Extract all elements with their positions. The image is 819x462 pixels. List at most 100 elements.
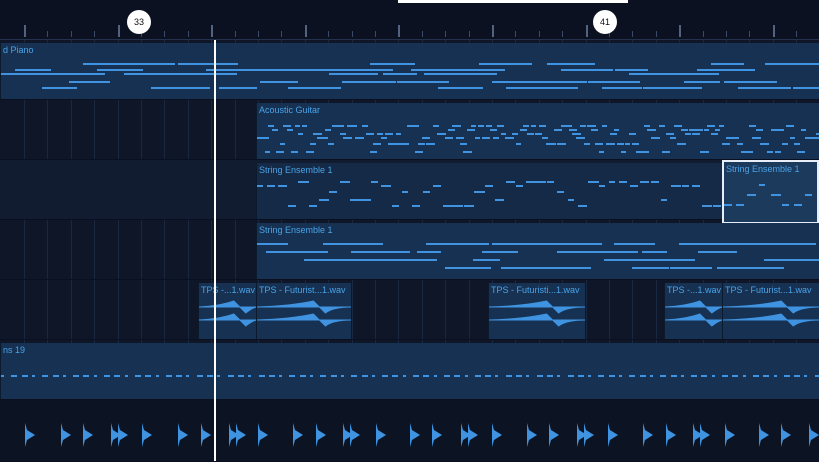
percussion-hit[interactable] <box>665 422 677 448</box>
midi-note[interactable] <box>572 133 581 135</box>
midi-note[interactable] <box>538 125 547 127</box>
midi-note[interactable] <box>578 205 588 207</box>
midi-note[interactable] <box>662 151 671 153</box>
drum-note[interactable] <box>11 375 18 377</box>
drum-note[interactable] <box>701 375 708 377</box>
midi-note[interactable] <box>320 137 328 139</box>
midi-note[interactable] <box>437 87 483 89</box>
midi-note[interactable] <box>274 69 317 71</box>
drum-note[interactable] <box>495 375 499 377</box>
midi-note[interactable] <box>478 125 484 127</box>
audio-region[interactable]: TPS - Futuristi...1.wav <box>488 283 585 339</box>
drum-note[interactable] <box>320 375 327 377</box>
midi-note[interactable] <box>433 185 442 187</box>
midi-note[interactable] <box>360 199 372 201</box>
midi-note[interactable] <box>416 251 441 253</box>
midi-note[interactable] <box>697 69 755 71</box>
midi-note[interactable] <box>718 125 725 127</box>
midi-region-string-ensemble[interactable]: String Ensemble 1 <box>256 163 723 219</box>
drum-note[interactable] <box>104 375 110 377</box>
percussion-hit[interactable] <box>257 422 269 448</box>
percussion-hit[interactable] <box>780 422 792 448</box>
drum-note[interactable] <box>783 375 790 377</box>
track-lane-percussion[interactable] <box>0 400 819 462</box>
drum-note[interactable] <box>485 375 492 377</box>
midi-note[interactable] <box>69 81 111 83</box>
midi-note[interactable] <box>474 191 486 193</box>
midi-note[interactable] <box>287 129 294 131</box>
midi-note[interactable] <box>283 125 291 127</box>
midi-note[interactable] <box>422 191 431 193</box>
midi-note[interactable] <box>707 243 738 245</box>
midi-note[interactable] <box>268 125 275 127</box>
midi-note[interactable] <box>594 143 603 145</box>
midi-note[interactable] <box>587 125 597 127</box>
midi-note[interactable] <box>391 205 399 207</box>
drum-note[interactable] <box>619 375 622 377</box>
midi-note[interactable] <box>478 63 533 65</box>
midi-note[interactable] <box>711 133 718 135</box>
midi-note[interactable] <box>358 137 364 139</box>
midi-note[interactable] <box>530 125 537 127</box>
midi-note[interactable] <box>805 194 812 196</box>
midi-note[interactable] <box>770 194 782 196</box>
drum-note[interactable] <box>402 375 406 377</box>
drum-note[interactable] <box>258 375 265 377</box>
midi-note[interactable] <box>369 251 410 253</box>
midi-note[interactable] <box>451 73 497 75</box>
midi-note[interactable] <box>455 137 464 139</box>
percussion-hit[interactable] <box>607 422 619 448</box>
drum-note[interactable] <box>557 375 561 377</box>
drum-note[interactable] <box>186 375 190 377</box>
midi-note[interactable] <box>515 185 523 187</box>
midi-note[interactable] <box>454 243 490 245</box>
drum-note[interactable] <box>454 375 461 377</box>
midi-note[interactable] <box>767 151 773 153</box>
drum-note[interactable] <box>289 375 296 377</box>
audio-region[interactable]: TPS - Futurist...1.wav <box>722 283 819 339</box>
drum-note[interactable] <box>21 375 28 377</box>
midi-note[interactable] <box>440 133 447 135</box>
drum-note[interactable] <box>31 375 35 377</box>
midi-note[interactable] <box>418 143 425 145</box>
midi-note[interactable] <box>257 185 264 187</box>
midi-note[interactable] <box>594 251 639 253</box>
percussion-hit[interactable] <box>235 422 247 448</box>
midi-note[interactable] <box>329 191 337 193</box>
midi-note[interactable] <box>684 133 692 135</box>
midi-note[interactable] <box>485 125 492 127</box>
midi-note[interactable] <box>497 125 505 127</box>
drum-note[interactable] <box>763 375 770 377</box>
timeline-ruler[interactable]: 33 41 <box>0 0 819 40</box>
midi-note[interactable] <box>448 129 455 131</box>
midi-region-acoustic-guitar[interactable]: Acoustic Guitar <box>256 103 819 159</box>
drum-note[interactable] <box>639 375 646 377</box>
midi-note[interactable] <box>735 204 745 206</box>
drum-note[interactable] <box>155 375 159 377</box>
track-lane-piano[interactable]: d Piano <box>0 40 819 100</box>
midi-note[interactable] <box>96 69 144 71</box>
midi-note[interactable] <box>453 205 463 207</box>
midi-note[interactable] <box>752 137 762 139</box>
midi-note[interactable] <box>566 243 602 245</box>
drum-note[interactable] <box>371 375 375 377</box>
midi-note[interactable] <box>609 133 618 135</box>
midi-note[interactable] <box>519 129 527 131</box>
midi-note[interactable] <box>557 191 565 193</box>
midi-note[interactable] <box>294 125 300 127</box>
midi-note[interactable] <box>395 133 402 135</box>
midi-note[interactable] <box>553 129 562 131</box>
drum-note[interactable] <box>279 375 283 377</box>
midi-note[interactable] <box>264 151 270 153</box>
midi-note[interactable] <box>465 69 506 71</box>
track-lane-audio[interactable]: TPS -...1.wav TPS - Futurist...1.wav TPS… <box>0 280 819 340</box>
drum-note[interactable] <box>73 375 80 377</box>
midi-note[interactable] <box>350 125 357 127</box>
drum-note[interactable] <box>804 375 808 377</box>
drum-note[interactable] <box>629 375 636 377</box>
track-lane-strings-1[interactable]: String Ensemble 1 String Ensemble 1 <box>0 160 819 224</box>
midi-note[interactable] <box>433 125 439 127</box>
midi-note[interactable] <box>714 129 721 131</box>
midi-note[interactable] <box>536 181 546 183</box>
percussion-hit[interactable] <box>467 422 479 448</box>
